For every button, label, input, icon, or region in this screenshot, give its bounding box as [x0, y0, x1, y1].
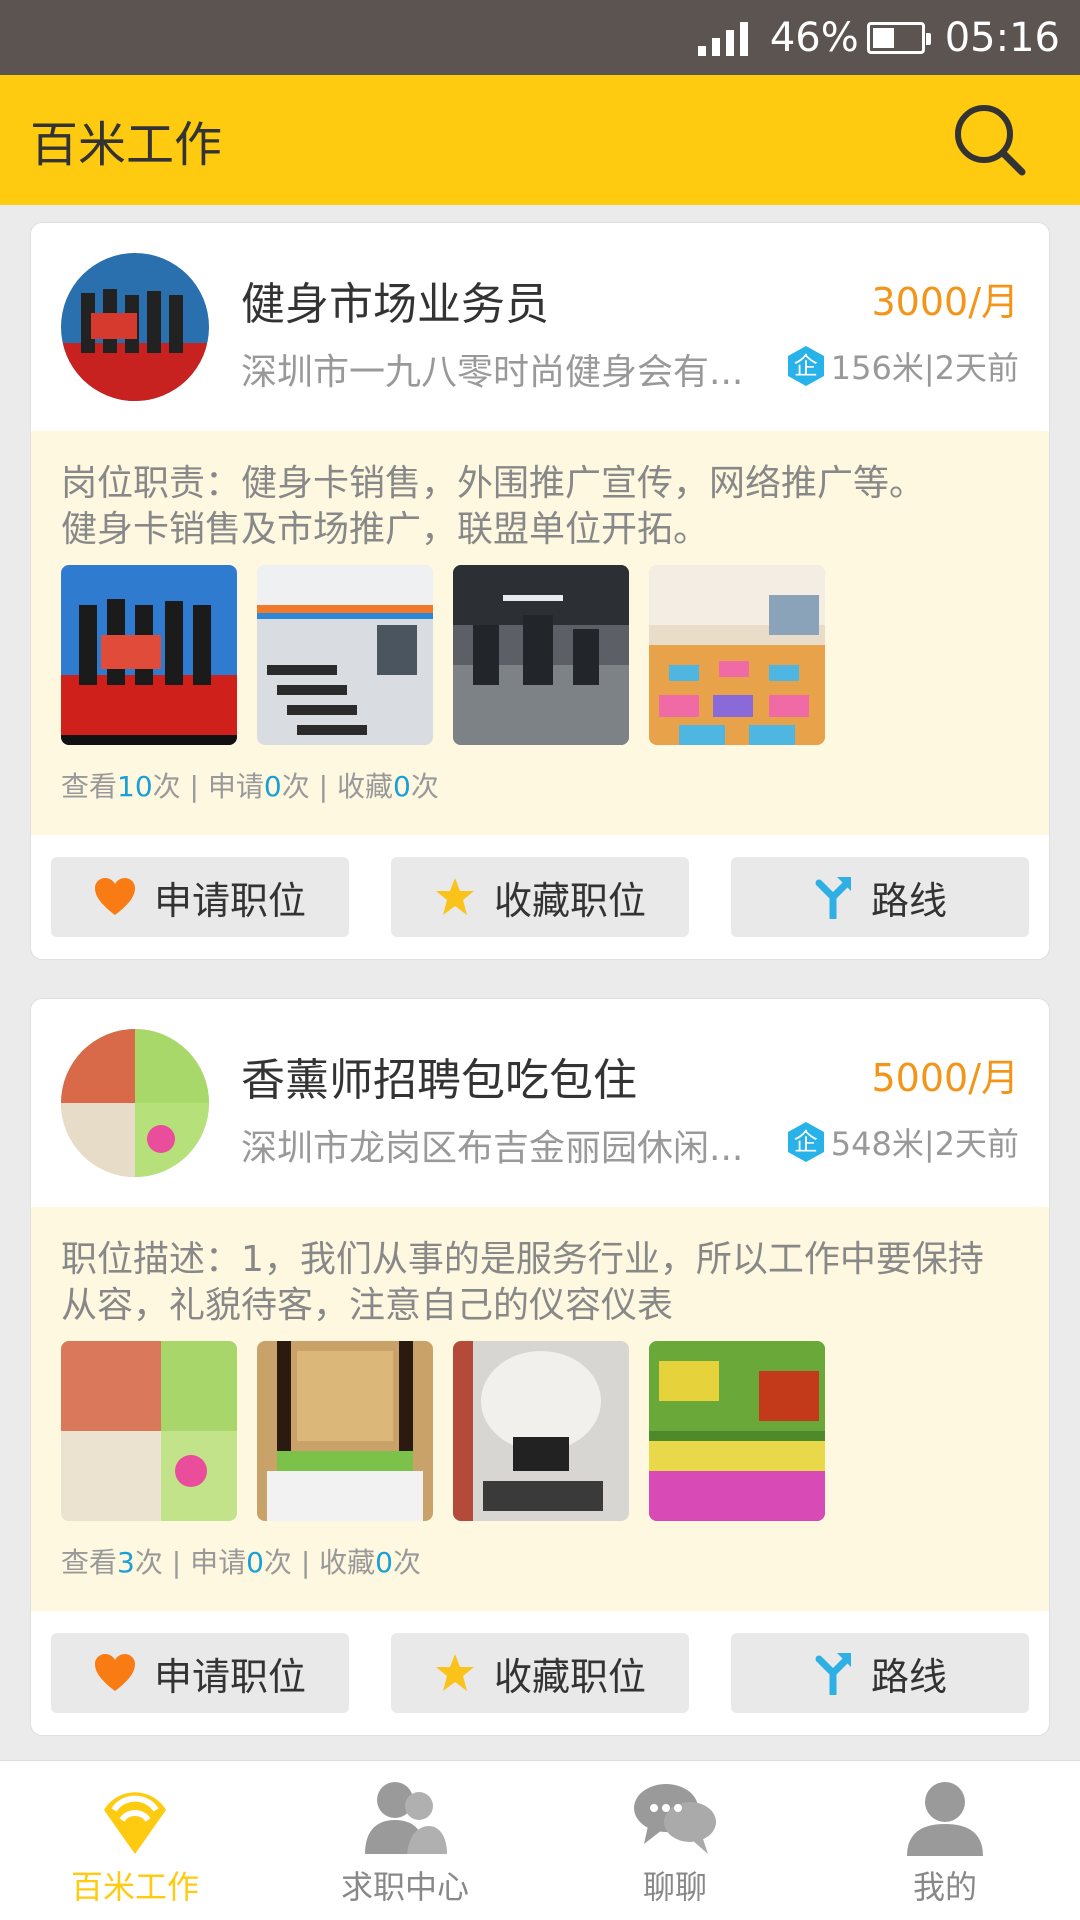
nav-item-job-center[interactable]: 求职中心 — [270, 1761, 540, 1920]
company-avatar — [61, 1029, 209, 1177]
job-title: 健身市场业务员 — [241, 279, 549, 330]
apply-label: 申请职位 — [153, 1654, 306, 1699]
star-icon — [435, 878, 474, 915]
search-button[interactable] — [950, 100, 1030, 180]
job-card-header[interactable]: 香薰师招聘包吃包住 5000/月 深圳市龙岗区布吉金丽园休闲... 企 548米… — [31, 999, 1049, 1207]
battery-percent: 46% — [769, 14, 859, 61]
job-card[interactable]: 健身市场业务员 3000/月 深圳市一九八零时尚健身会有... 企 156米|2… — [30, 222, 1050, 960]
users-icon — [365, 1782, 447, 1854]
signal-icon — [697, 20, 748, 56]
view-count: 10 — [117, 770, 153, 803]
bottom-nav: 百米工作 求职中心 聊聊 我的 — [0, 1760, 1080, 1920]
route-button[interactable]: 路线 — [731, 1633, 1029, 1713]
apply-button[interactable]: 申请职位 — [51, 1633, 349, 1713]
apply-count: 0 — [263, 770, 282, 803]
stat-label: 查看 — [61, 770, 118, 803]
apply-count: 0 — [246, 1546, 264, 1579]
favorite-label: 收藏职位 — [493, 878, 646, 923]
stat-label: 查看 — [61, 1546, 118, 1579]
enterprise-badge-label: 企 — [793, 1128, 818, 1156]
route-button[interactable]: 路线 — [731, 857, 1029, 937]
salary: 5000/月 — [871, 1056, 1019, 1100]
photo-strip — [61, 1341, 1019, 1521]
favorite-button[interactable]: 收藏职位 — [391, 857, 689, 937]
stat-label: 次 — [410, 770, 439, 803]
nav-label: 百米工作 — [70, 1868, 199, 1906]
job-stats: 查看3次 | 申请0次 | 收藏0次 — [61, 1521, 1019, 1611]
route-label: 路线 — [870, 1654, 947, 1699]
distance-time: 548米|2天前 — [830, 1125, 1019, 1163]
job-card-body[interactable]: 岗位职责：健身卡销售，外围推广宣传，网络推广等。 健身卡销售及市场推广，联盟单位… — [31, 431, 1049, 835]
route-icon — [815, 877, 851, 919]
chat-icon — [634, 1784, 716, 1854]
job-title: 香薰师招聘包吃包住 — [241, 1055, 637, 1106]
stat-label: 次 | 申请 — [152, 770, 264, 803]
apply-label: 申请职位 — [153, 878, 306, 923]
favorite-button[interactable]: 收藏职位 — [391, 1633, 689, 1713]
stat-label: 次 | 收藏 — [263, 1546, 376, 1579]
photo-thumbnail[interactable] — [257, 565, 433, 745]
search-icon — [955, 105, 1026, 176]
stat-label: 次 | 收藏 — [281, 770, 393, 803]
view-count: 3 — [117, 1546, 135, 1579]
nav-item-baimi-work[interactable]: 百米工作 — [0, 1761, 270, 1920]
stat-label: 次 | 申请 — [134, 1546, 247, 1579]
enterprise-badge-label: 企 — [793, 352, 818, 380]
route-icon — [815, 1653, 851, 1695]
nav-item-chat[interactable]: 聊聊 — [540, 1761, 810, 1920]
apply-button[interactable]: 申请职位 — [51, 857, 349, 937]
nav-label: 聊聊 — [642, 1868, 707, 1906]
heart-icon — [94, 1654, 135, 1691]
photo-thumbnail[interactable] — [453, 565, 629, 745]
distance-time: 156米|2天前 — [830, 349, 1019, 387]
job-card[interactable]: 香薰师招聘包吃包住 5000/月 深圳市龙岗区布吉金丽园休闲... 企 548米… — [30, 998, 1050, 1736]
favorite-count: 0 — [392, 770, 411, 803]
nav-label: 我的 — [912, 1868, 977, 1906]
job-card-body[interactable]: 职位描述：1，我们从事的是服务行业，所以工作中要保持从容，礼貌待客，注意自己的仪… — [31, 1207, 1049, 1611]
star-icon — [435, 1654, 474, 1691]
job-card-header[interactable]: 健身市场业务员 3000/月 深圳市一九八零时尚健身会有... 企 156米|2… — [31, 223, 1049, 431]
photo-thumbnail[interactable] — [257, 1341, 433, 1521]
job-actions: 申请职位 收藏职位 路线 — [31, 1611, 1049, 1735]
company-name: 深圳市一九八零时尚健身会有... — [241, 352, 744, 393]
heart-icon — [94, 878, 135, 915]
job-description: 岗位职责：健身卡销售，外围推广宣传，网络推广等。 健身卡销售及市场推广，联盟单位… — [61, 463, 926, 550]
app-title: 百米工作 — [30, 117, 223, 173]
enterprise-badge-icon: 企 — [785, 1121, 827, 1163]
favorite-label: 收藏职位 — [493, 1654, 646, 1699]
baimi-icon — [104, 1792, 166, 1854]
job-meta: 企 548米|2天前 — [785, 1119, 1019, 1165]
person-icon — [907, 1782, 983, 1856]
job-description: 职位描述：1，我们从事的是服务行业，所以工作中要保持从容，礼貌待客，注意自己的仪… — [61, 1239, 984, 1326]
job-meta: 企 156米|2天前 — [785, 343, 1019, 389]
salary: 3000/月 — [871, 280, 1019, 324]
app-bar: 百米工作 — [0, 75, 1080, 205]
clock: 05:16 — [944, 14, 1060, 61]
photo-thumbnail[interactable] — [649, 565, 825, 745]
route-label: 路线 — [870, 878, 947, 923]
photo-thumbnail[interactable] — [649, 1341, 825, 1521]
status-bar: 46% 05:16 — [0, 0, 1080, 75]
enterprise-badge-icon: 企 — [785, 345, 827, 387]
photo-thumbnail[interactable] — [61, 1341, 237, 1521]
job-stats: 查看10次 | 申请0次 | 收藏0次 — [61, 745, 1019, 835]
job-actions: 申请职位 收藏职位 路线 — [31, 835, 1049, 959]
photo-thumbnail[interactable] — [61, 565, 237, 745]
stat-label: 次 — [393, 1546, 422, 1579]
favorite-count: 0 — [375, 1546, 393, 1579]
company-avatar — [61, 253, 209, 401]
nav-item-mine[interactable]: 我的 — [810, 1761, 1080, 1920]
battery-icon — [866, 21, 931, 54]
photo-thumbnail[interactable] — [453, 1341, 629, 1521]
photo-strip — [61, 565, 1019, 745]
nav-label: 求职中心 — [340, 1868, 469, 1906]
company-name: 深圳市龙岗区布吉金丽园休闲... — [241, 1128, 744, 1169]
